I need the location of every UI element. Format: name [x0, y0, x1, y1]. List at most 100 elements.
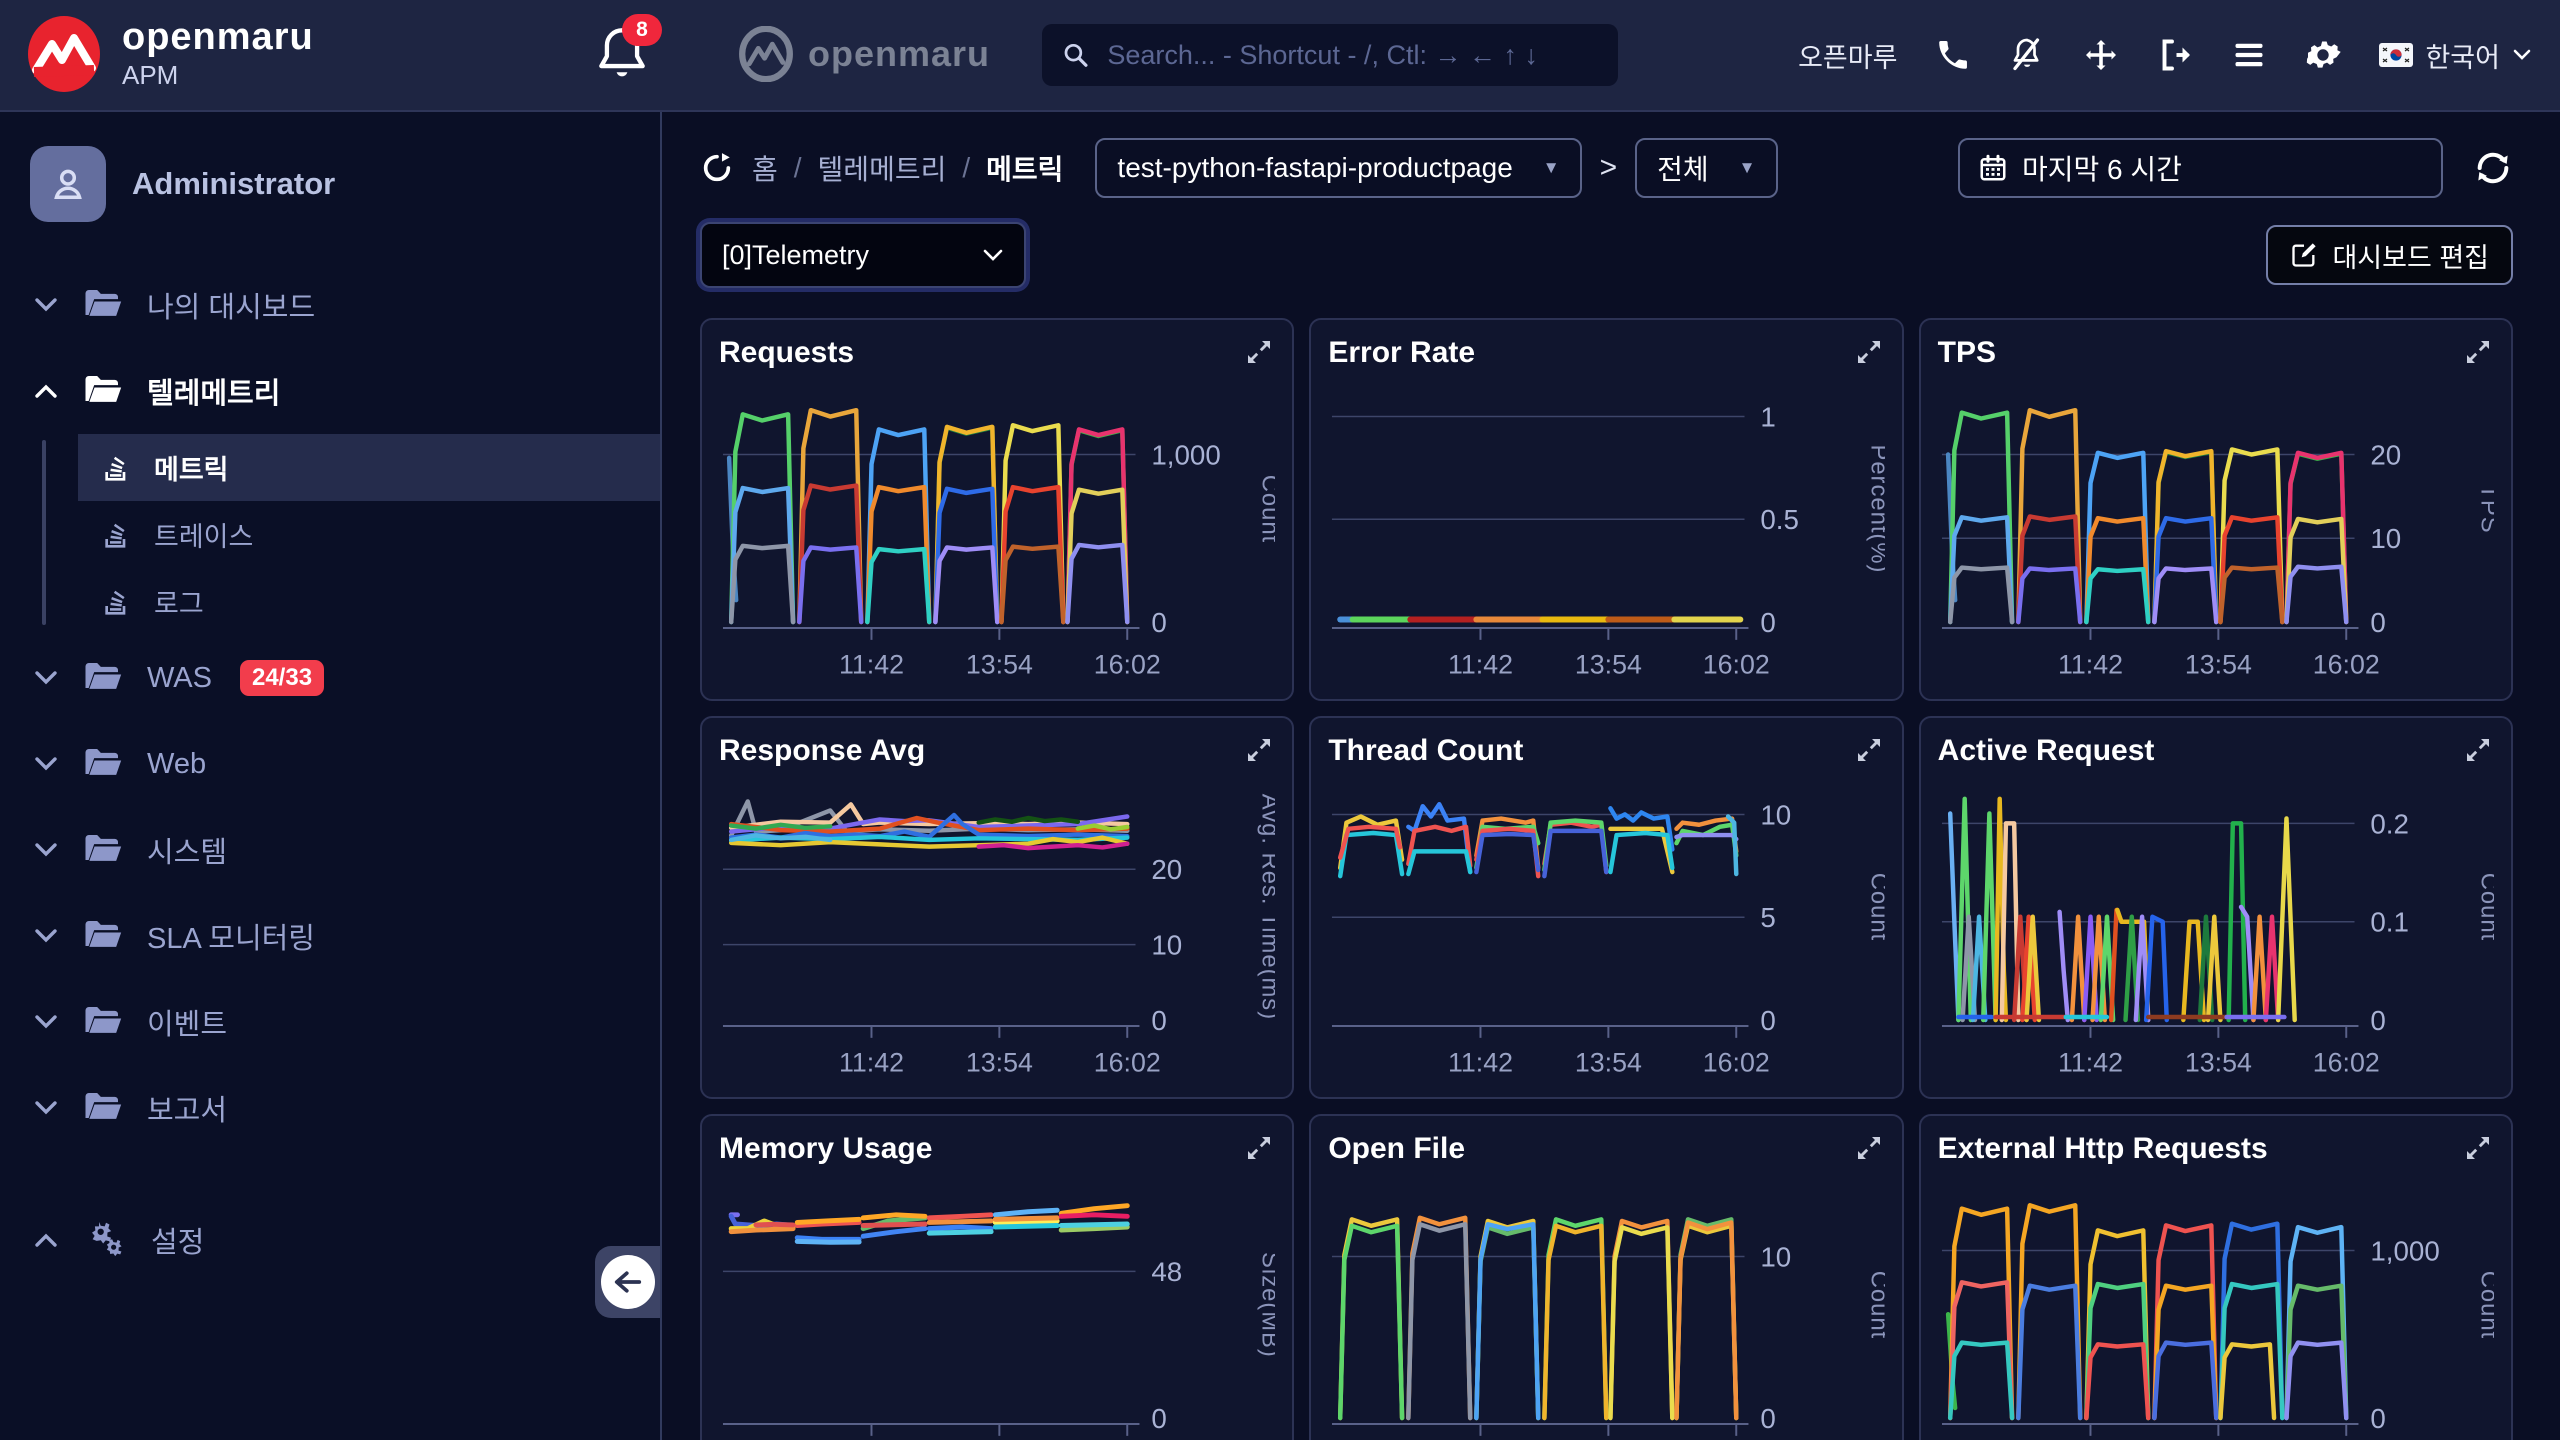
- folder-icon: [83, 748, 123, 780]
- breadcrumb-telemetry[interactable]: 텔레메트리: [818, 148, 947, 188]
- main-content: 홈 / 텔레메트리 / 메트릭 test-python-fastapi-prod…: [662, 110, 2560, 1440]
- sidebar-subitem-traces[interactable]: 트레이스: [0, 501, 660, 568]
- caret-down-icon: ▼: [1543, 158, 1560, 178]
- service-select[interactable]: test-python-fastapi-productpage ▼: [1095, 138, 1581, 198]
- sidebar-subitem-label: 트레이스: [154, 515, 253, 554]
- sidebar-subitem-metrics[interactable]: 메트릭: [78, 434, 660, 501]
- chevron-down-icon: [2512, 48, 2532, 62]
- svg-text:13:54: 13:54: [1575, 650, 1642, 680]
- expand-panel-icon[interactable]: [1243, 1132, 1275, 1164]
- search-input[interactable]: [1105, 39, 1598, 72]
- time-range-value: 마지막 6 시간: [2022, 148, 2182, 188]
- language-selector[interactable]: 한국어: [2379, 36, 2532, 75]
- folder-icon: [83, 662, 123, 694]
- panel-title: Requests: [719, 336, 854, 370]
- sidebar-item-events[interactable]: 이벤트: [0, 979, 660, 1065]
- sidebar-item-system[interactable]: 시스템: [0, 807, 660, 893]
- dashboard-select[interactable]: [0]Telemetry: [700, 222, 1026, 288]
- sidebar-item-label: 텔레메트리: [147, 370, 280, 412]
- panel-title: Active Request: [1938, 734, 2155, 768]
- chart-error-rate: 10.5011:4213:5416:02Percent(%): [1328, 384, 1884, 682]
- user-name: Administrator: [132, 166, 335, 202]
- fullscreen-icon[interactable]: [2083, 37, 2119, 73]
- svg-text:1,000: 1,000: [2370, 1235, 2439, 1266]
- sidebar-subitem-label: 로그: [154, 582, 204, 621]
- sidebar-item-label: WAS: [147, 662, 212, 695]
- svg-text:16:02: 16:02: [1703, 650, 1770, 680]
- expand-panel-icon[interactable]: [1243, 734, 1275, 766]
- sidebar-item-my-dashboard[interactable]: 나의 대시보드: [0, 262, 660, 348]
- breadcrumb-separator: /: [794, 152, 802, 184]
- svg-text:16:02: 16:02: [1703, 1048, 1770, 1078]
- chart-memory-usage: 48011:4213:5416:02Size(MB): [719, 1180, 1275, 1440]
- svg-text:13:54: 13:54: [966, 650, 1033, 680]
- brand-sub: APM: [122, 60, 314, 91]
- expand-panel-icon[interactable]: [1853, 336, 1885, 368]
- chevron-down-icon: [33, 1013, 59, 1031]
- svg-text:0: 0: [1761, 1005, 1776, 1036]
- sidebar-item-was[interactable]: WAS 24/33: [0, 635, 660, 721]
- settings-gear-icon[interactable]: [2305, 37, 2341, 73]
- sidebar-item-telemetry[interactable]: 텔레메트리: [0, 348, 660, 434]
- expand-panel-icon[interactable]: [2462, 336, 2494, 368]
- expand-panel-icon[interactable]: [1243, 336, 1275, 368]
- user-icon: [47, 163, 89, 205]
- refresh-icon[interactable]: [2473, 148, 2513, 188]
- svg-text:0.5: 0.5: [1761, 504, 1800, 535]
- svg-text:0.2: 0.2: [2370, 808, 2409, 839]
- edit-dashboard-button[interactable]: 대시보드 편집: [2266, 225, 2513, 285]
- notifications-button[interactable]: 8: [596, 26, 656, 86]
- breadcrumb-home[interactable]: 홈: [752, 148, 778, 188]
- sidebar-item-reports[interactable]: 보고서: [0, 1065, 660, 1151]
- search-icon: [1062, 40, 1089, 70]
- dashboard-grid: Requests1,000011:4213:5416:02CountError …: [700, 318, 2513, 1440]
- svg-text:0: 0: [1761, 1403, 1776, 1434]
- time-range-picker[interactable]: 마지막 6 시간: [1958, 138, 2443, 198]
- sidebar-collapse-button[interactable]: [595, 1246, 660, 1318]
- sidebar-item-label: 나의 대시보드: [147, 284, 315, 326]
- expand-panel-icon[interactable]: [2462, 1132, 2494, 1164]
- sidebar-item-web[interactable]: Web: [0, 721, 660, 807]
- svg-text:Count: Count: [1256, 475, 1275, 543]
- svg-text:13:54: 13:54: [1575, 1048, 1642, 1078]
- bell-slash-icon[interactable]: [2009, 37, 2045, 73]
- expand-panel-icon[interactable]: [2462, 734, 2494, 766]
- chevron-down-icon: [33, 755, 59, 773]
- svg-text:0: 0: [2370, 1403, 2385, 1434]
- svg-text:20: 20: [1151, 854, 1182, 885]
- sidebar-item-sla-monitoring[interactable]: SLA 모니터링: [0, 893, 660, 979]
- expand-panel-icon[interactable]: [1853, 734, 1885, 766]
- service-select-value: test-python-fastapi-productpage: [1117, 152, 1512, 184]
- panel-title: TPS: [1938, 336, 1996, 370]
- openmaru-logo-icon: [24, 14, 104, 94]
- folder-icon: [83, 1006, 123, 1038]
- phone-icon[interactable]: [1935, 37, 1971, 73]
- menu-icon[interactable]: [2231, 37, 2267, 73]
- chevron-down-icon: [33, 927, 59, 945]
- sidebar-subitem-logs[interactable]: 로그: [0, 568, 660, 635]
- sidebar-item-settings[interactable]: 설정: [0, 1197, 660, 1283]
- svg-text:0: 0: [2370, 1005, 2385, 1036]
- svg-text:13:54: 13:54: [2185, 1048, 2252, 1078]
- svg-text:10: 10: [1151, 930, 1182, 961]
- panel-title: Open File: [1328, 1132, 1465, 1166]
- expand-panel-icon[interactable]: [1853, 1132, 1885, 1164]
- edit-icon: [2290, 241, 2318, 269]
- logout-icon[interactable]: [2157, 37, 2193, 73]
- svg-text:0.1: 0.1: [2370, 907, 2409, 938]
- breadcrumb[interactable]: 홈 / 텔레메트리 / 메트릭: [752, 148, 1063, 188]
- chart-tps: 2010011:4213:5416:02TPS: [1938, 384, 2494, 682]
- sidebar-item-label: Web: [147, 748, 206, 781]
- notification-count-badge: 8: [622, 14, 662, 46]
- sidebar-item-label: 시스템: [147, 829, 227, 871]
- user-profile[interactable]: Administrator: [0, 110, 660, 232]
- global-search[interactable]: [1042, 24, 1618, 86]
- app-logo[interactable]: openmaru APM: [24, 14, 314, 94]
- folder-open-icon: [83, 375, 123, 407]
- reload-icon[interactable]: [700, 151, 734, 185]
- svg-text:Percent(%): Percent(%): [1866, 444, 1885, 573]
- panel-title: External Http Requests: [1938, 1132, 2268, 1166]
- chart-active-request: 0.20.1011:4213:5416:02Count: [1938, 782, 2494, 1080]
- svg-text:11:42: 11:42: [839, 1048, 904, 1078]
- scope-select[interactable]: 전체 ▼: [1635, 138, 1777, 198]
